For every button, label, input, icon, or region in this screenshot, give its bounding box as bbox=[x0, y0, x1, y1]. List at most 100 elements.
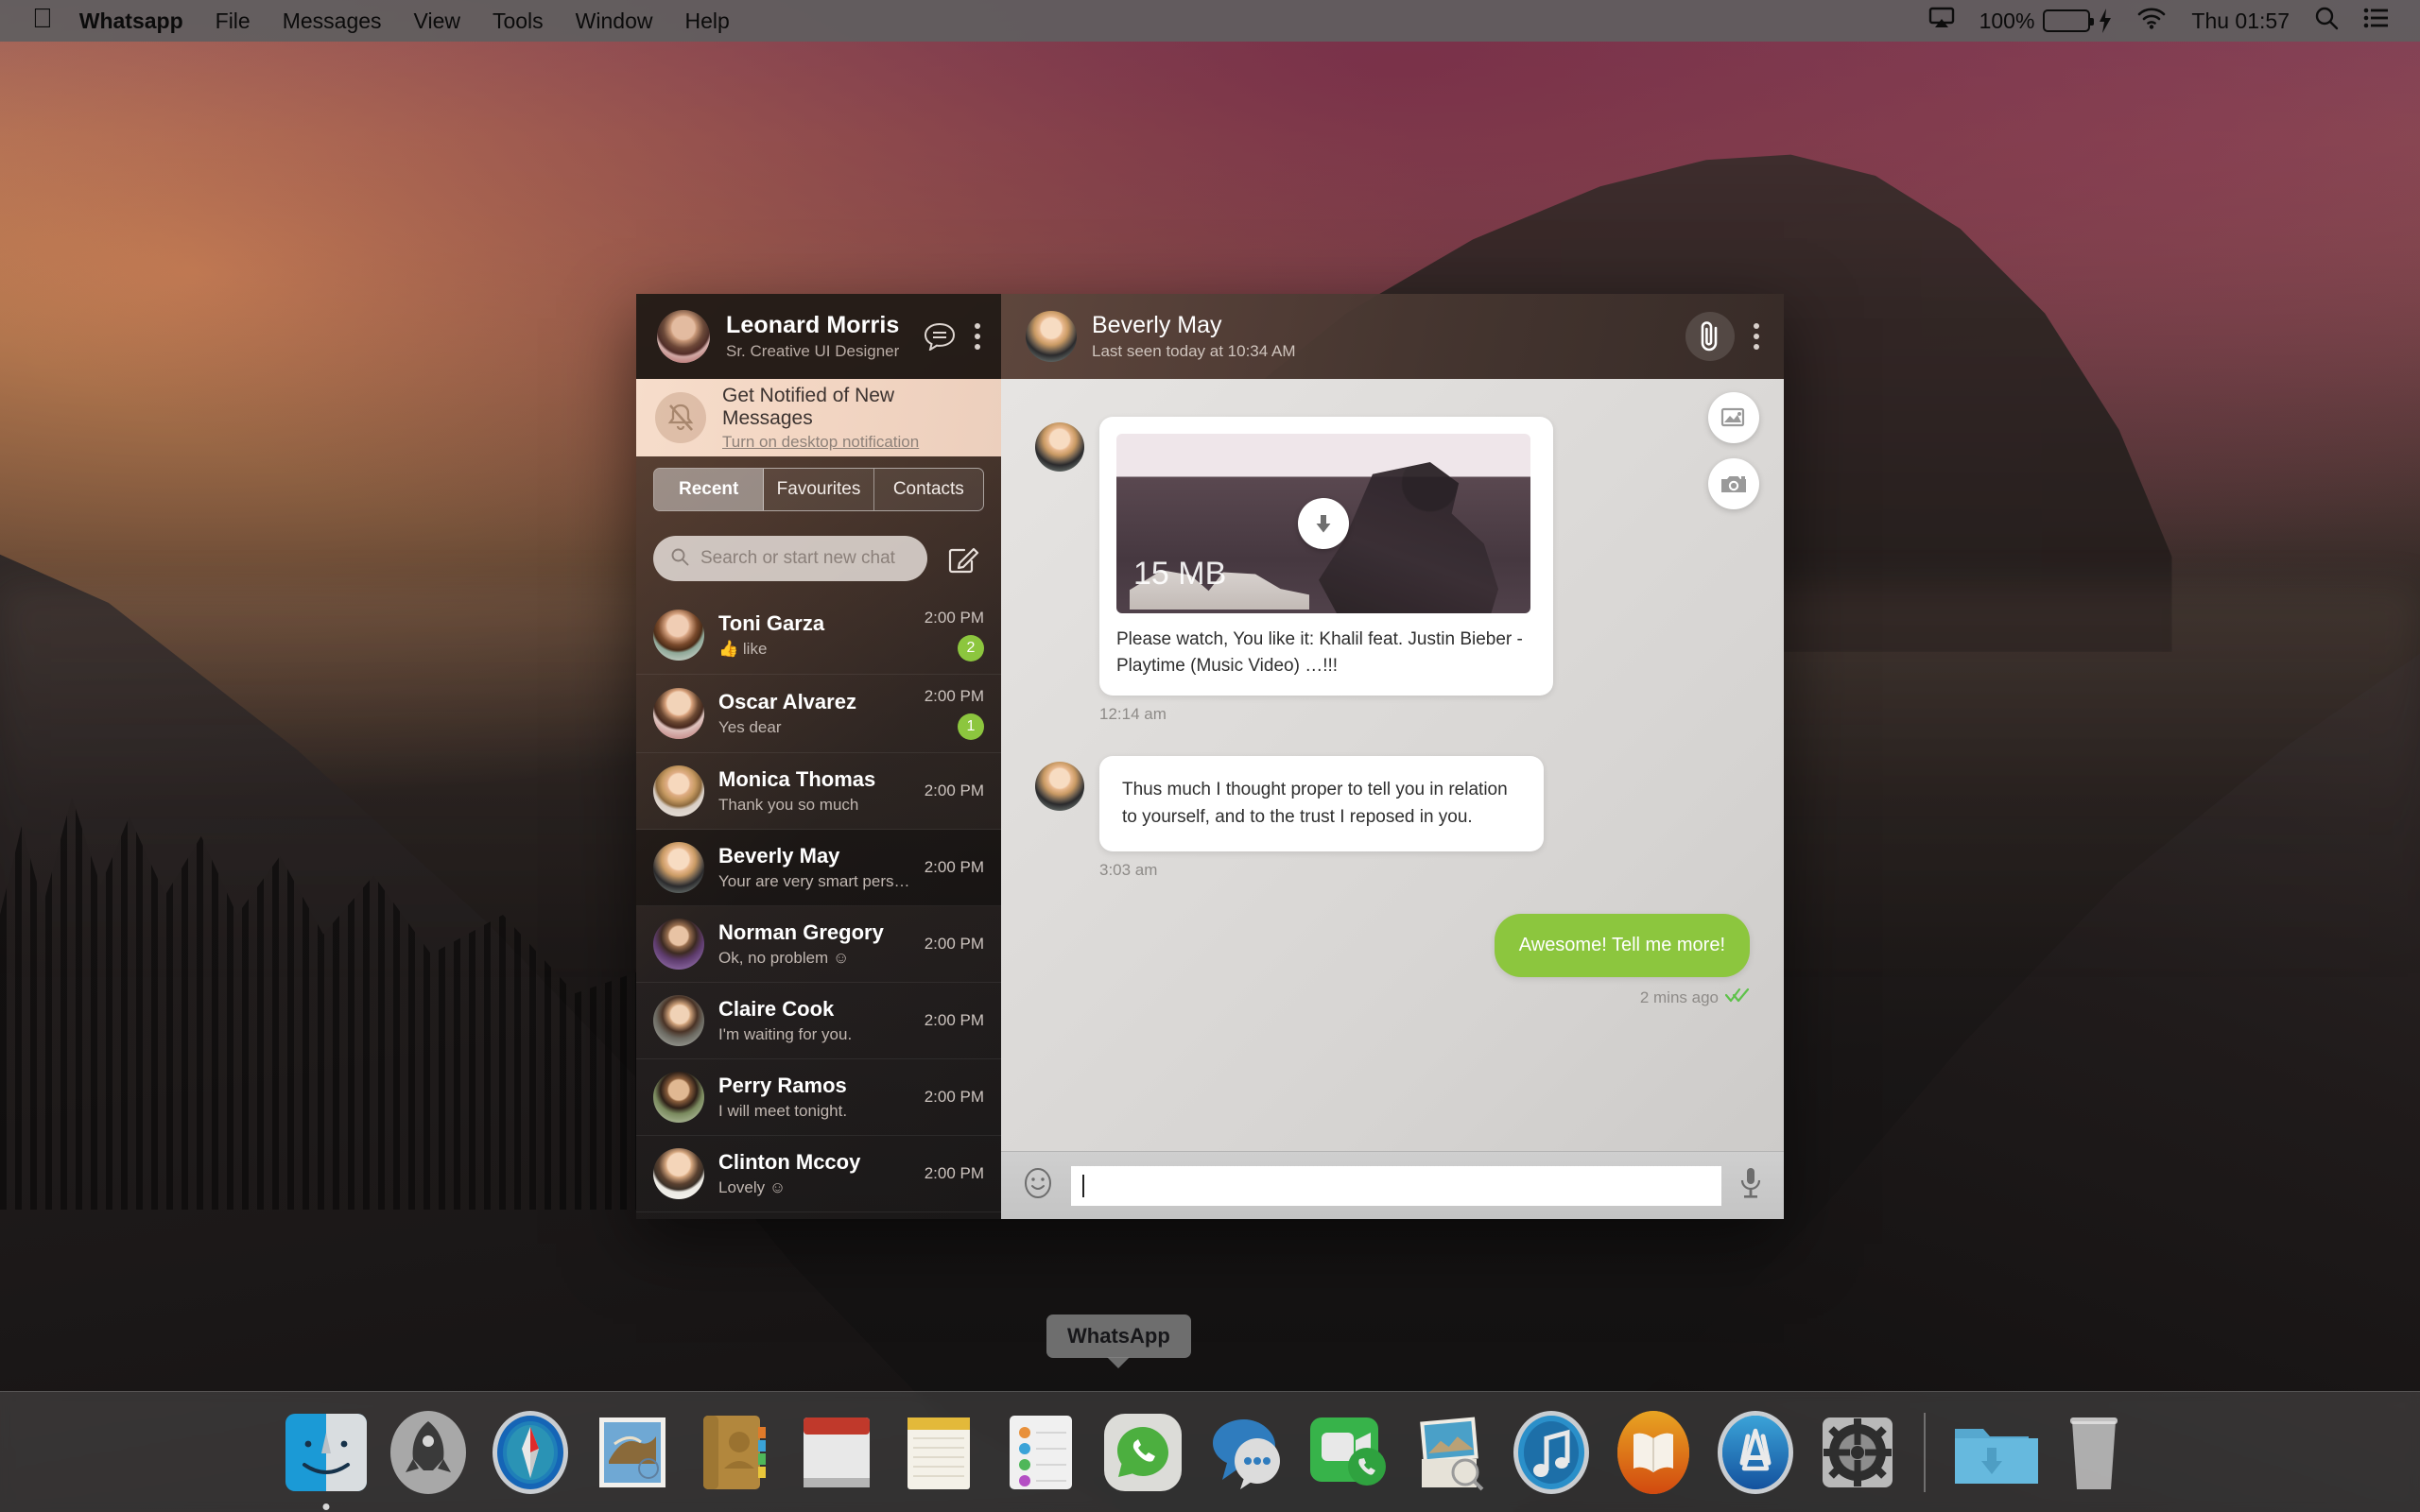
dock-item-notes[interactable] bbox=[892, 1406, 985, 1499]
media-size-label: 15 MB bbox=[1133, 556, 1227, 592]
menu-item-tools[interactable]: Tools bbox=[493, 9, 544, 34]
emoji-icon[interactable] bbox=[1022, 1167, 1054, 1204]
overflow-menu-icon[interactable] bbox=[1754, 323, 1759, 350]
dock-item-trash[interactable] bbox=[2048, 1406, 2140, 1499]
dock-item-downloads[interactable] bbox=[1945, 1406, 2038, 1499]
menu-item-window[interactable]: Window bbox=[576, 9, 653, 34]
dock-item-facetime[interactable] bbox=[1301, 1406, 1393, 1499]
chat-time: 2:00 PM bbox=[924, 609, 984, 627]
bell-off-icon bbox=[655, 392, 706, 443]
menu-item-file[interactable]: File bbox=[216, 9, 251, 34]
chat-preview: I'm waiting for you. bbox=[718, 1025, 853, 1043]
avatar bbox=[653, 842, 704, 893]
chat-name: Perry Ramos bbox=[718, 1074, 847, 1097]
dock bbox=[0, 1391, 2420, 1512]
sidebar: Leonard Morris Sr. Creative UI Designer bbox=[636, 294, 1001, 1219]
dock-item-reminders[interactable] bbox=[994, 1406, 1087, 1499]
dock-item-itunes[interactable] bbox=[1505, 1406, 1598, 1499]
chat-preview: Yes dear bbox=[718, 718, 782, 736]
avatar bbox=[1035, 762, 1084, 812]
dock-item-messages[interactable] bbox=[1199, 1406, 1291, 1499]
chat-list-item[interactable]: Norman Gregory Ok, no problem ☺ 2:00 PM bbox=[636, 906, 1001, 983]
menu-item-help[interactable]: Help bbox=[684, 9, 729, 34]
menu-bar-clock[interactable]: Thu 01:57 bbox=[2191, 9, 2290, 34]
chat-list-item[interactable]: Beverly May Your are very smart person… … bbox=[636, 830, 1001, 906]
media-thumbnail[interactable]: 15 MB bbox=[1116, 434, 1530, 613]
new-chat-bubble-icon[interactable] bbox=[924, 322, 956, 351]
chat-list-item[interactable]: Claire Cook I'm waiting for you. 2:00 PM bbox=[636, 983, 1001, 1059]
unread-badge: 1 bbox=[958, 713, 984, 740]
menu-item-app[interactable]: Whatsapp bbox=[79, 9, 183, 34]
chat-list-item[interactable]: Toni Garza 👍 like 2:00 PM 2 bbox=[636, 596, 1001, 675]
dock-item-app-store[interactable] bbox=[1709, 1406, 1802, 1499]
chat-time: 2:00 PM bbox=[924, 782, 984, 799]
compose-icon[interactable] bbox=[942, 538, 984, 579]
wifi-icon[interactable] bbox=[2136, 7, 2167, 35]
message-composer bbox=[1001, 1151, 1784, 1219]
airplay-icon[interactable] bbox=[1928, 7, 1955, 35]
message-bubble: Awesome! Tell me more! bbox=[1494, 914, 1750, 978]
chat-time: 2:00 PM bbox=[924, 858, 984, 876]
menu-item-view[interactable]: View bbox=[414, 9, 460, 34]
battery-icon bbox=[2043, 9, 2095, 32]
avatar bbox=[653, 919, 704, 970]
chat-list-item[interactable]: Perry Ramos I will meet tonight. 2:00 PM bbox=[636, 1059, 1001, 1136]
chat-preview: Lovely ☺ bbox=[718, 1178, 786, 1196]
dock-item-calendar[interactable] bbox=[790, 1406, 883, 1499]
notification-title: Get Notified of New Messages bbox=[722, 384, 895, 429]
dock-item-system-preferences[interactable] bbox=[1811, 1406, 1904, 1499]
chat-name: Claire Cook bbox=[718, 997, 835, 1021]
double-check-icon bbox=[1724, 987, 1750, 1008]
download-icon[interactable] bbox=[1298, 498, 1349, 549]
search-input[interactable] bbox=[700, 548, 910, 569]
image-icon[interactable] bbox=[1708, 392, 1759, 443]
message-bubble: Thus much I thought proper to tell you i… bbox=[1099, 756, 1544, 852]
dock-separator bbox=[1924, 1412, 1926, 1492]
tab-recent[interactable]: Recent bbox=[654, 469, 765, 510]
apple-logo-icon[interactable]:  bbox=[32, 5, 53, 33]
floating-action-buttons bbox=[1708, 392, 1759, 509]
chat-list[interactable]: Toni Garza 👍 like 2:00 PM 2 Oscar Alvare… bbox=[636, 596, 1001, 1212]
search-icon bbox=[670, 547, 689, 571]
message-incoming: 15 MB Please watch, You like it: Khalil … bbox=[1035, 417, 1750, 696]
dock-item-ibooks[interactable] bbox=[1607, 1406, 1700, 1499]
chat-list-item[interactable]: Oscar Alvarez Yes dear 2:00 PM 1 bbox=[636, 675, 1001, 753]
dock-item-mail[interactable] bbox=[586, 1406, 679, 1499]
tab-favourites[interactable]: Favourites bbox=[764, 469, 874, 510]
message-input-field[interactable] bbox=[1071, 1165, 1721, 1206]
dock-item-finder[interactable] bbox=[280, 1406, 372, 1510]
message-input[interactable] bbox=[1084, 1175, 1710, 1196]
search-icon[interactable] bbox=[2314, 6, 2339, 36]
tab-contacts[interactable]: Contacts bbox=[873, 469, 983, 510]
camera-icon[interactable] bbox=[1708, 458, 1759, 509]
menu-item-messages[interactable]: Messages bbox=[283, 9, 382, 34]
chat-preview: Ok, no problem ☺ bbox=[718, 949, 850, 967]
notification-banner[interactable]: Get Notified of New Messages Turn on des… bbox=[636, 379, 1001, 456]
avatar[interactable] bbox=[657, 310, 710, 363]
chat-preview: Thank you so much bbox=[718, 796, 859, 814]
dock-item-photos[interactable] bbox=[1403, 1406, 1495, 1499]
overflow-menu-icon[interactable] bbox=[975, 323, 980, 350]
message-list[interactable]: 15 MB Please watch, You like it: Khalil … bbox=[1001, 379, 1784, 1151]
chat-panel: Beverly May Last seen today at 10:34 AM bbox=[1001, 294, 1784, 1219]
whatsapp-window: Leonard Morris Sr. Creative UI Designer bbox=[636, 294, 1784, 1219]
chat-list-item[interactable]: Clinton Mccoy Lovely ☺ 2:00 PM bbox=[636, 1136, 1001, 1212]
profile-name: Leonard Morris bbox=[726, 312, 900, 338]
notification-center-icon[interactable] bbox=[2363, 8, 2388, 34]
enable-notifications-link[interactable]: Turn on desktop notification bbox=[722, 433, 919, 452]
attach-icon[interactable] bbox=[1685, 312, 1735, 361]
chat-list-item[interactable]: Monica Thomas Thank you so much 2:00 PM bbox=[636, 753, 1001, 830]
dock-item-safari[interactable] bbox=[484, 1406, 577, 1499]
dock-tooltip: WhatsApp bbox=[1046, 1314, 1191, 1358]
dock-item-contacts[interactable] bbox=[688, 1406, 781, 1499]
search-box[interactable] bbox=[653, 536, 927, 581]
message-text: Thus much I thought proper to tell you i… bbox=[1122, 780, 1508, 827]
battery-status[interactable]: 100% bbox=[1979, 9, 2113, 34]
media-subject bbox=[1319, 462, 1498, 613]
dock-item-whatsapp[interactable] bbox=[1097, 1406, 1189, 1499]
microphone-icon[interactable] bbox=[1738, 1166, 1763, 1205]
dock-item-launchpad[interactable] bbox=[382, 1406, 475, 1499]
chat-name: Monica Thomas bbox=[718, 767, 876, 791]
avatar[interactable] bbox=[1026, 311, 1077, 362]
chat-name: Oscar Alvarez bbox=[718, 690, 856, 713]
